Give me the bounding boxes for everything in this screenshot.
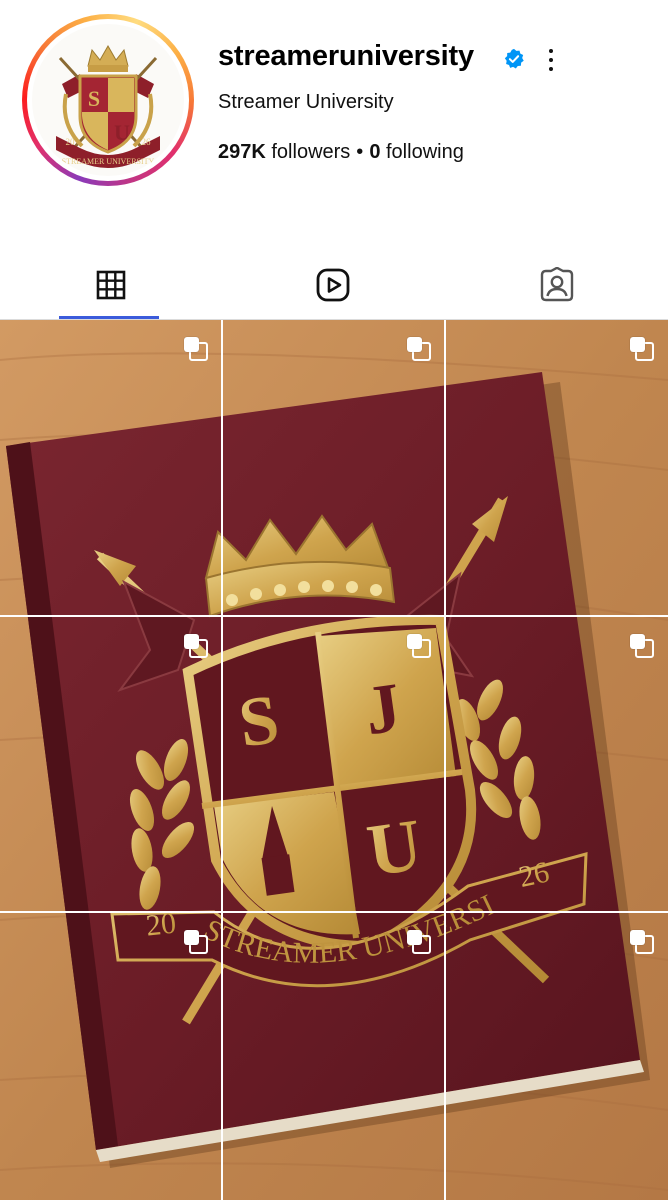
profile-stats: 297K followers • 0 following <box>218 141 464 164</box>
carousel-icon <box>183 336 209 362</box>
following-link[interactable]: 0 following <box>369 141 464 163</box>
avatar-crest-image: S U STREAMER UNIVERSITY 20 26 <box>56 44 160 168</box>
grid-post-6[interactable] <box>446 617 667 912</box>
username[interactable]: streameruniversity <box>218 40 474 73</box>
more-options-icon[interactable] <box>538 46 564 74</box>
avatar-letter-s: S <box>88 86 100 111</box>
avatar-letter-u: U <box>114 120 130 145</box>
carousel-icon <box>406 336 432 362</box>
grid-post-8[interactable] <box>223 913 444 1200</box>
carousel-icon <box>183 929 209 955</box>
tab-tagged[interactable] <box>446 250 668 319</box>
reels-icon <box>316 268 350 301</box>
story-ring[interactable]: S U STREAMER UNIVERSITY 20 26 <box>22 14 194 186</box>
tab-reels[interactable] <box>222 250 444 319</box>
carousel-icon <box>629 633 655 659</box>
grid-post-9[interactable] <box>446 913 667 1200</box>
following-label: following <box>386 141 464 163</box>
carousel-icon <box>183 633 209 659</box>
followers-label: followers <box>271 141 351 163</box>
grid-post-1[interactable] <box>0 320 221 615</box>
avatar-frame: S U STREAMER UNIVERSITY 20 26 <box>27 19 189 181</box>
grid-post-4[interactable] <box>0 617 221 912</box>
stats-separator: • <box>356 141 364 163</box>
posts-grid: S J U STREAMER UNIVERSITY 20 26 <box>0 320 668 1200</box>
carousel-icon <box>629 336 655 362</box>
grid-icon <box>96 270 126 299</box>
display-name: Streamer University <box>218 91 394 113</box>
carousel-icon <box>406 929 432 955</box>
avatar-year-right: 26 <box>142 137 152 147</box>
tab-posts[interactable] <box>0 250 222 319</box>
profile-tabs <box>0 250 668 320</box>
verified-badge-icon <box>504 48 524 69</box>
profile-header: S U STREAMER UNIVERSITY 20 26 streamerun… <box>0 0 668 250</box>
tagged-icon <box>540 266 574 301</box>
followers-link[interactable]: 297K followers <box>218 141 350 163</box>
avatar[interactable]: S U STREAMER UNIVERSITY 20 26 <box>32 24 184 176</box>
grid-post-3[interactable] <box>446 320 667 615</box>
grid-post-5[interactable] <box>223 617 444 912</box>
grid-post-2[interactable] <box>223 320 444 615</box>
grid-post-7[interactable] <box>0 913 221 1200</box>
followers-count: 297K <box>218 141 266 163</box>
avatar-banner-text: STREAMER UNIVERSITY <box>62 157 155 166</box>
following-count: 0 <box>369 141 381 163</box>
carousel-icon <box>629 929 655 955</box>
carousel-icon <box>406 633 432 659</box>
active-tab-indicator <box>59 316 159 319</box>
avatar-year-left: 20 <box>66 137 76 147</box>
